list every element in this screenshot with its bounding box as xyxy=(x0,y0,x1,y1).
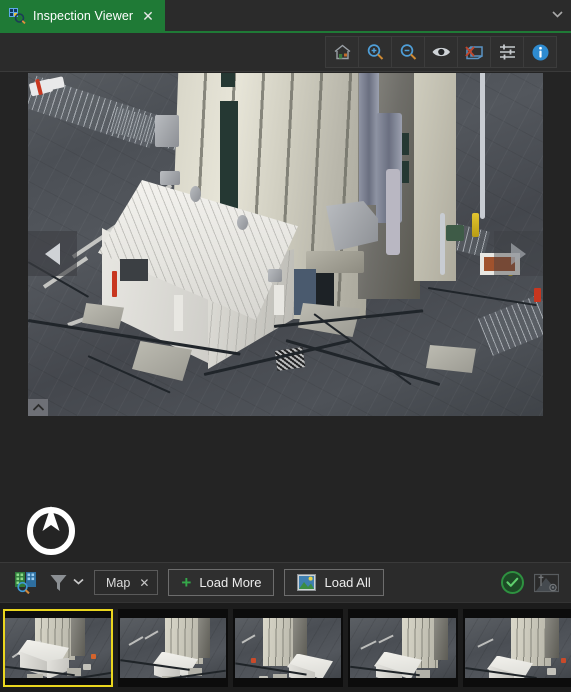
photo-hvac-unit xyxy=(160,171,180,185)
tab-inspection-viewer[interactable]: Inspection Viewer ✕ xyxy=(0,0,165,31)
close-icon[interactable]: ✕ xyxy=(142,9,154,23)
previous-image-button[interactable] xyxy=(28,231,77,276)
camera-measure-button[interactable] xyxy=(534,572,559,593)
zoom-out-button[interactable] xyxy=(392,37,425,67)
chevron-down-icon[interactable] xyxy=(543,0,571,31)
photo-marker xyxy=(534,288,541,302)
close-icon[interactable]: ✕ xyxy=(139,576,149,590)
load-all-label: Load All xyxy=(324,575,371,590)
thumbnail-item[interactable] xyxy=(233,608,343,687)
adjust-button[interactable] xyxy=(491,37,524,67)
photo-mast xyxy=(440,213,445,275)
load-more-label: Load More xyxy=(199,575,262,590)
filter-chip-label: Map xyxy=(106,575,131,590)
viewer-toolbar xyxy=(0,33,571,72)
inspection-photo[interactable] xyxy=(28,73,543,416)
image-viewer[interactable] xyxy=(0,72,571,562)
thumbnail-image xyxy=(465,617,571,678)
inspection-viewer-icon xyxy=(9,7,26,24)
chevron-down-icon[interactable] xyxy=(73,578,84,588)
zoom-in-button[interactable] xyxy=(359,37,392,67)
next-image-button[interactable] xyxy=(494,231,543,276)
filter-funnel-icon[interactable] xyxy=(49,573,68,593)
photo-pipe xyxy=(386,169,400,255)
photo-extinguisher xyxy=(112,271,117,297)
photo-building-wing xyxy=(414,73,456,281)
home-button[interactable] xyxy=(326,37,359,67)
thumbnail-image xyxy=(120,617,226,678)
thumbnail-item[interactable] xyxy=(3,608,113,687)
photo-cabinet xyxy=(446,225,464,241)
thumbnail-strip[interactable] xyxy=(0,602,571,692)
thumbnail-image xyxy=(5,617,111,678)
photo-panel-box xyxy=(268,269,282,282)
inspection-search-icon xyxy=(15,571,36,594)
camera-measure-icon xyxy=(534,573,559,593)
thumbnail-image xyxy=(235,617,341,678)
arrow-right-icon xyxy=(511,242,526,265)
thumbnail-item[interactable] xyxy=(118,608,228,687)
plus-icon: + xyxy=(181,572,192,592)
load-more-button[interactable]: + Load More xyxy=(168,569,275,596)
tab-bar: Inspection Viewer ✕ xyxy=(0,0,571,33)
compass-north-indicator[interactable] xyxy=(22,500,80,558)
compass-north-icon xyxy=(27,506,75,555)
filter-control[interactable] xyxy=(49,573,84,593)
thumbnail-item[interactable] xyxy=(348,608,458,687)
results-toolbar: Map ✕ + Load More Load All xyxy=(0,562,571,602)
photo-placard xyxy=(274,285,284,315)
expand-corner-button[interactable] xyxy=(28,399,48,416)
visibility-button[interactable] xyxy=(425,37,458,67)
image-stack-icon xyxy=(297,574,317,591)
status-ok-indicator[interactable] xyxy=(501,571,524,594)
filter-chip-map[interactable]: Map ✕ xyxy=(94,570,159,595)
photo-hvac-unit xyxy=(155,115,179,147)
photo-mast xyxy=(480,73,485,219)
clear-shape-button[interactable] xyxy=(458,37,491,67)
tab-label: Inspection Viewer xyxy=(33,8,134,23)
inspection-viewer-window: Inspection Viewer ✕ Map ✕ + Load More Lo… xyxy=(0,0,571,692)
viewer-toolbar-group xyxy=(325,36,557,68)
expand-corner-icon xyxy=(32,403,44,411)
photo-roof-vent xyxy=(190,186,201,202)
info-button[interactable] xyxy=(524,37,557,67)
photo-roof-vent xyxy=(237,215,248,230)
inspection-search-button[interactable] xyxy=(14,571,39,595)
photo-door xyxy=(120,259,148,281)
arrow-left-icon xyxy=(45,242,60,265)
photo-window xyxy=(221,73,235,87)
load-all-button[interactable]: Load All xyxy=(284,569,384,596)
check-circle-icon xyxy=(506,577,519,587)
thumbnail-item[interactable] xyxy=(463,608,571,687)
thumbnail-image xyxy=(350,617,456,678)
photo-placard xyxy=(174,295,183,331)
photo-bollard xyxy=(472,213,479,237)
tab-bar-spacer xyxy=(165,0,543,31)
